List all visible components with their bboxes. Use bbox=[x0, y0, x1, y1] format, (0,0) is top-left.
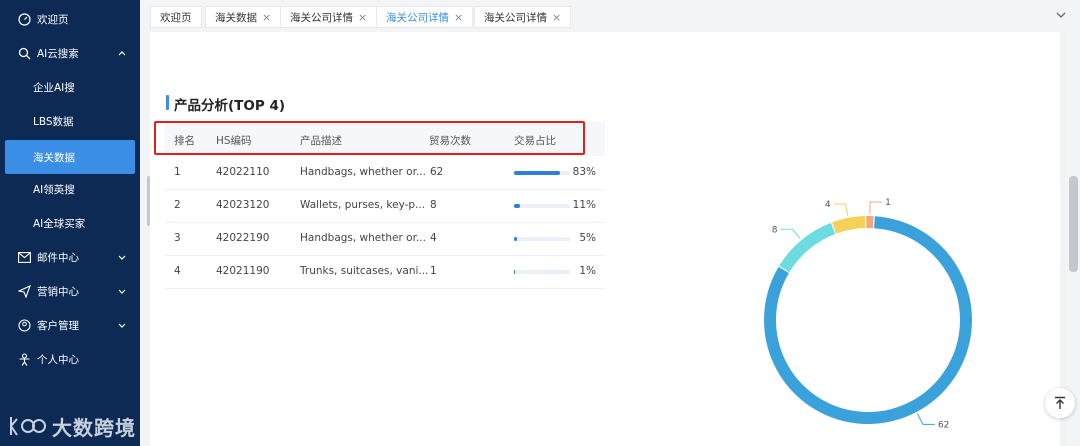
chevron-down-icon[interactable] bbox=[1054, 8, 1068, 22]
chevron-down-icon bbox=[118, 323, 126, 328]
tab-welcome[interactable]: 欢迎页 bbox=[150, 6, 202, 28]
cell-hs-code: 42022110 bbox=[216, 166, 270, 178]
share-progress-fill bbox=[514, 270, 515, 274]
logo-mark-icon bbox=[10, 417, 46, 436]
cell-description: Trunks, suitcases, vani... bbox=[300, 265, 429, 277]
share-progress-bar bbox=[514, 171, 570, 175]
sidebar: 欢迎页 AI云搜索 企业AI搜 LBS数据 海关数据 AI领英搜 AI全球买家 … bbox=[0, 0, 140, 446]
share-progress-fill bbox=[514, 237, 517, 241]
nav-customer-label: 客户管理 bbox=[37, 319, 79, 332]
brand-logo: 大数跨境 bbox=[8, 410, 136, 442]
tab-label: 海关数据 bbox=[215, 11, 257, 24]
nav-personal-center[interactable]: 个人中心 bbox=[0, 342, 140, 376]
cell-trade-count: 62 bbox=[430, 166, 444, 178]
sidebar-item-label: AI全球买家 bbox=[33, 217, 86, 230]
dashboard-icon bbox=[17, 12, 31, 26]
tab-label: 欢迎页 bbox=[160, 11, 192, 24]
chevron-down-icon bbox=[118, 255, 126, 260]
user-icon bbox=[17, 352, 31, 366]
cell-trade-count: 1 bbox=[430, 265, 437, 277]
mail-icon bbox=[17, 250, 31, 264]
search-icon bbox=[17, 46, 31, 60]
cell-rank: 2 bbox=[174, 199, 181, 211]
sidebar-item-label: 海关数据 bbox=[33, 151, 75, 164]
arrow-up-icon bbox=[1055, 396, 1065, 409]
cell-rank: 1 bbox=[174, 166, 181, 178]
cell-trade-count: 8 bbox=[430, 199, 437, 211]
sidebar-item-label: 企业AI搜 bbox=[33, 81, 75, 94]
cell-hs-code: 42021190 bbox=[216, 265, 270, 277]
close-icon[interactable]: × bbox=[454, 11, 463, 24]
nav-customer-management[interactable]: 客户管理 bbox=[0, 308, 140, 342]
sidebar-item-enterprise-ai[interactable]: 企业AI搜 bbox=[0, 70, 140, 104]
customer-icon bbox=[17, 318, 31, 332]
highlight-box bbox=[154, 121, 585, 155]
cell-share: 11% bbox=[572, 199, 596, 211]
sidebar-item-label: AI领英搜 bbox=[33, 183, 75, 196]
logo-text: 大数跨境 bbox=[52, 415, 136, 440]
nav-ai-search-label: AI云搜索 bbox=[37, 47, 79, 60]
share-progress-bar bbox=[514, 204, 570, 208]
chevron-up-icon bbox=[118, 51, 126, 56]
share-progress-fill bbox=[514, 171, 561, 175]
nav-mail-label: 邮件中心 bbox=[37, 251, 79, 264]
sidebar-item-global-buyers[interactable]: AI全球买家 bbox=[0, 206, 140, 240]
nav-mail-center[interactable]: 邮件中心 bbox=[0, 240, 140, 274]
send-icon bbox=[17, 284, 31, 298]
sidebar-item-linkedin[interactable]: AI领英搜 bbox=[0, 172, 140, 206]
cell-hs-code: 42022190 bbox=[216, 232, 270, 244]
tab-company-detail-3[interactable]: 海关公司详情 × bbox=[474, 6, 572, 28]
share-progress-bar bbox=[514, 270, 570, 274]
cell-share: 83% bbox=[572, 166, 596, 178]
tab-bar: 欢迎页 海关数据 × 海关公司详情 × 海关公司详情 × 海关公司详情 × bbox=[150, 0, 1080, 32]
cell-description: Handbags, whether or... bbox=[300, 232, 426, 244]
cell-share: 1% bbox=[579, 265, 596, 277]
nav-ai-search[interactable]: AI云搜索 bbox=[0, 36, 140, 70]
cell-hs-code: 42023120 bbox=[216, 199, 270, 211]
sidebar-item-lbs[interactable]: LBS数据 bbox=[0, 104, 140, 138]
cell-rank: 3 bbox=[174, 232, 181, 244]
tab-company-detail-2[interactable]: 海关公司详情 × bbox=[376, 6, 474, 28]
tab-customs-data[interactable]: 海关数据 × bbox=[205, 6, 282, 28]
cell-share: 5% bbox=[579, 232, 596, 244]
chevron-down-icon bbox=[118, 289, 126, 294]
table-row: 3 42022190 Handbags, whether or... 4 5% bbox=[165, 222, 605, 256]
nav-marketing-label: 营销中心 bbox=[37, 285, 79, 298]
nav-personal-label: 个人中心 bbox=[37, 353, 79, 366]
nav-marketing-center[interactable]: 营销中心 bbox=[0, 274, 140, 308]
close-icon[interactable]: × bbox=[358, 11, 367, 24]
close-icon[interactable]: × bbox=[552, 11, 561, 24]
table-row: 1 42022110 Handbags, whether or... 62 83… bbox=[165, 156, 605, 190]
nav-welcome[interactable]: 欢迎页 bbox=[0, 2, 140, 36]
table-row: 2 42023120 Wallets, purses, key-p... 8 1… bbox=[165, 189, 605, 223]
nav-welcome-label: 欢迎页 bbox=[37, 13, 69, 26]
cell-description: Wallets, purses, key-p... bbox=[300, 199, 426, 211]
tab-company-detail-1[interactable]: 海关公司详情 × bbox=[280, 6, 378, 28]
content-scrollbar-thumb[interactable] bbox=[1069, 176, 1078, 272]
cell-rank: 4 bbox=[174, 265, 181, 277]
tab-label: 海关公司详情 bbox=[290, 11, 353, 24]
cell-description: Handbags, whether or... bbox=[300, 166, 426, 178]
share-progress-bar bbox=[514, 237, 570, 241]
section-marker bbox=[166, 95, 169, 110]
tab-label: 海关公司详情 bbox=[484, 11, 547, 24]
table-row: 4 42021190 Trunks, suitcases, vani... 1 … bbox=[165, 255, 605, 289]
back-to-top-button[interactable] bbox=[1045, 388, 1075, 418]
close-icon[interactable]: × bbox=[262, 11, 271, 24]
share-progress-fill bbox=[514, 204, 521, 208]
cell-trade-count: 4 bbox=[430, 232, 437, 244]
section-title: 产品分析(TOP 4) bbox=[174, 98, 286, 114]
tab-label: 海关公司详情 bbox=[386, 11, 449, 24]
sidebar-item-label: LBS数据 bbox=[33, 115, 74, 128]
sidebar-item-customs[interactable]: 海关数据 bbox=[5, 140, 135, 174]
